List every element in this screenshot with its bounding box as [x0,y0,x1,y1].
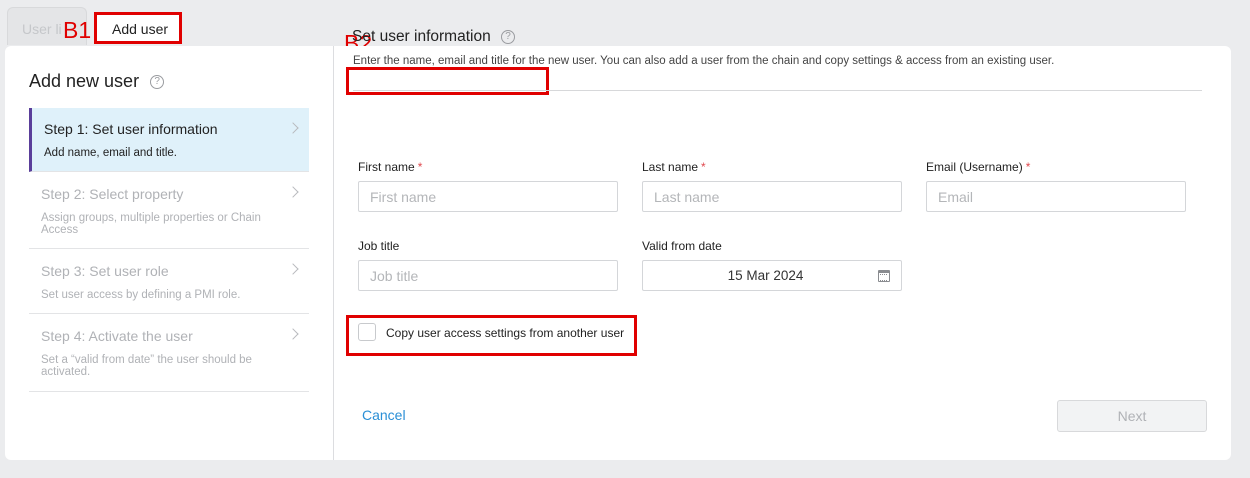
step-description: Set user access by defining a PMI role. [41,289,241,301]
last-name-label: Last name * [642,160,706,174]
step-title: Step 2: Select property [41,186,184,202]
next-button[interactable]: Next [1057,400,1207,432]
required-marker: * [417,160,423,174]
job-title-label: Job title [358,239,400,253]
step-3-set-user-role[interactable]: Step 3: Set user role Set user access by… [29,249,309,314]
last-name-label-text: Last name [642,160,699,174]
required-marker: * [701,160,706,174]
sidebar-title: Add new user ? [29,71,165,92]
step-description: Set a “valid from date” the user should … [41,354,252,378]
vertical-divider [333,46,334,460]
section-title-text: Set user information [352,28,491,45]
add-user-card: Add new user ? Step 1: Set user informat… [5,46,1231,460]
email-label-text: Email (Username) [926,160,1023,174]
email-field[interactable] [926,181,1186,212]
first-name-field[interactable] [358,181,618,212]
tab-add-user[interactable]: Add user [94,12,182,44]
first-name-label: First name * [358,160,422,174]
valid-from-date-picker[interactable]: 15 Mar 2024 [642,260,902,291]
step-title: Step 4: Activate the user [41,328,193,344]
copy-access-checkbox[interactable] [358,323,376,341]
last-name-field[interactable] [642,181,902,212]
job-title-field[interactable] [358,260,618,291]
email-label: Email (Username) * [926,160,1030,174]
step-4-activate-the-user[interactable]: Step 4: Activate the user Set a “valid f… [29,314,309,392]
copy-access-label: Copy user access settings from another u… [386,326,625,340]
step-description: Add name, email and title. [44,147,177,159]
cancel-button[interactable]: Cancel [362,407,406,423]
step-2-select-property[interactable]: Step 2: Select property Assign groups, m… [29,172,309,249]
sidebar-title-text: Add new user [29,71,140,91]
step-1-set-user-information[interactable]: Step 1: Set user information Add name, e… [29,108,309,172]
valid-from-date-value: 15 Mar 2024 [727,268,804,283]
step-title: Step 1: Set user information [44,121,218,137]
chevron-right-icon [287,328,299,340]
chevron-right-icon [287,186,299,198]
first-name-label-text: First name [358,160,415,174]
horizontal-divider [353,90,1202,91]
step-title: Step 3: Set user role [41,263,169,279]
chevron-right-icon [287,263,299,275]
required-marker: * [1025,160,1031,174]
section-description: Enter the name, email and title for the … [353,55,1055,67]
step-description: Assign groups, multiple properties or Ch… [41,212,261,236]
help-icon[interactable]: ? [150,75,165,90]
calendar-icon[interactable] [878,270,890,282]
annotation-b1: B1 [63,17,92,43]
valid-from-date-label: Valid from date [642,239,722,253]
help-icon[interactable]: ? [501,29,516,44]
section-title: Set user information ? [352,28,516,46]
chevron-right-icon [287,122,299,134]
